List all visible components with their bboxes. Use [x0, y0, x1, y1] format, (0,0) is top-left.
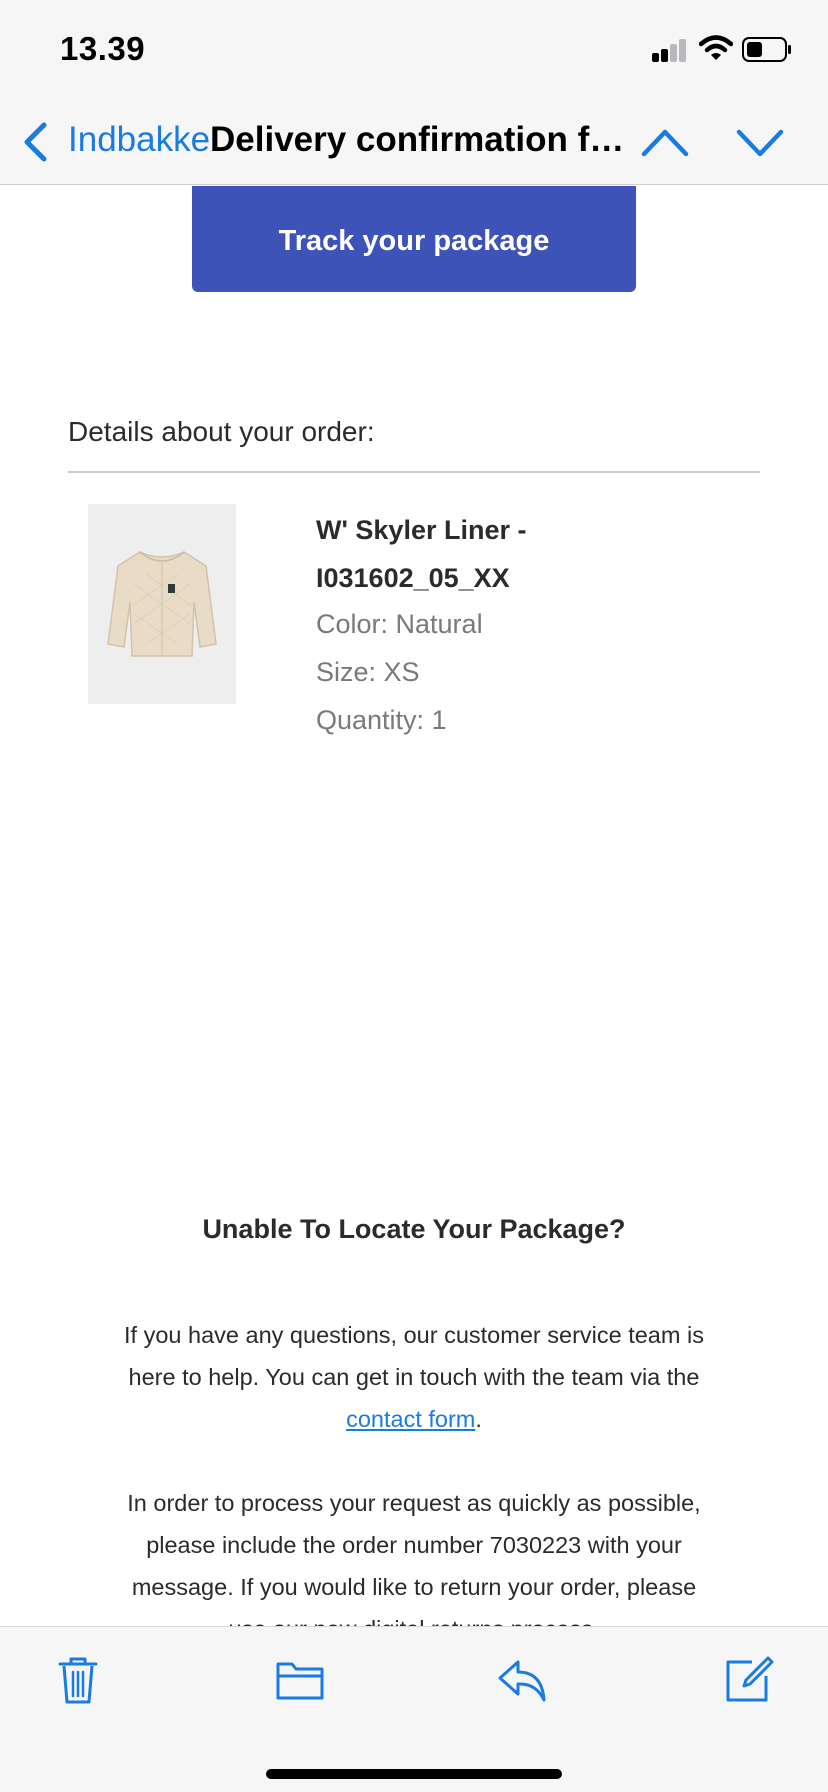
chevron-left-icon[interactable]	[22, 122, 48, 162]
track-package-button[interactable]: Track your package	[192, 186, 636, 292]
nav-bar: Indbakke Delivery confirmation fo...	[0, 100, 828, 185]
help-paragraph: If you have any questions, our customer …	[114, 1314, 714, 1440]
folder-icon[interactable]	[274, 1654, 326, 1706]
process-paragraph: In order to process your request as quic…	[127, 1490, 701, 1626]
wifi-icon	[699, 35, 733, 60]
track-package-label: Track your package	[278, 224, 550, 257]
back-button-label[interactable]: Indbakke	[68, 120, 210, 160]
product-name: W' Skyler Liner - I031602_05_XX	[316, 506, 736, 602]
product-color: Color: Natural	[316, 609, 483, 639]
chevron-down-icon[interactable]	[735, 122, 785, 162]
product-quantity: Quantity: 1	[316, 705, 447, 735]
bottom-toolbar	[0, 1626, 828, 1792]
signal-icon	[652, 38, 688, 62]
product-name-line-2: I031602_05_XX	[316, 563, 510, 593]
chevron-up-icon[interactable]	[640, 122, 690, 162]
contact-form-link[interactable]: contact form	[346, 1406, 475, 1432]
trash-icon[interactable]	[52, 1654, 104, 1706]
status-time: 13.39	[60, 30, 146, 67]
message-title: Delivery confirmation fo...	[210, 120, 630, 159]
product-name-line-1: W' Skyler Liner -	[316, 515, 527, 545]
compose-icon[interactable]	[722, 1654, 774, 1706]
divider	[68, 471, 760, 473]
product-image[interactable]	[88, 504, 236, 704]
home-indicator[interactable]	[266, 1769, 562, 1779]
reply-icon[interactable]	[496, 1654, 548, 1706]
product-size: Size: XS	[316, 657, 420, 687]
battery-icon	[742, 37, 791, 62]
unable-to-locate-heading: Unable To Locate Your Package?	[202, 1214, 626, 1244]
help-text-after: .	[475, 1406, 482, 1432]
status-bar: 13.39	[0, 0, 828, 100]
email-body[interactable]: Track your package Details about your or…	[0, 186, 828, 1626]
help-text-before: If you have any questions, our customer …	[124, 1322, 704, 1390]
order-details-heading: Details about your order:	[68, 416, 375, 447]
